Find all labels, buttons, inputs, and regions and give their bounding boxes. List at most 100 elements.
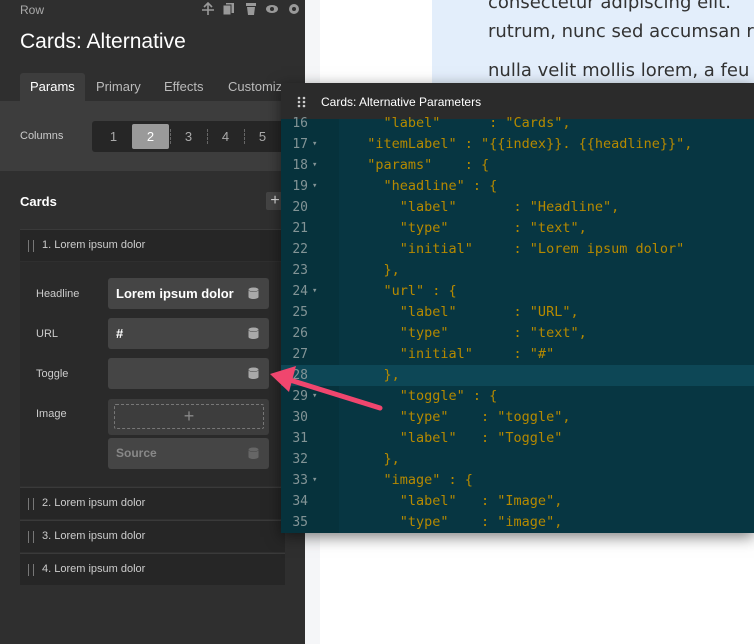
fold-toggle-icon[interactable]: ▾: [312, 386, 317, 407]
fold-toggle-icon[interactable]: ▾: [312, 470, 317, 491]
trash-icon[interactable]: [244, 2, 258, 16]
columns-selector: 1 2 3 4 5: [92, 121, 292, 152]
tab-bar: Params Primary Effects Customiz: [0, 73, 305, 101]
gear-icon[interactable]: [287, 2, 301, 16]
database-icon[interactable]: [248, 287, 259, 300]
column-option-3[interactable]: 3: [170, 124, 207, 149]
code-text: "label" : "Image",: [351, 493, 563, 509]
code-line[interactable]: 28 },: [281, 365, 754, 386]
code-line[interactable]: 29 ▾ "toggle" : {: [281, 386, 754, 407]
code-line[interactable]: 20 "label" : "Headline",: [281, 197, 754, 218]
line-number: 16: [292, 116, 308, 131]
copy-icon[interactable]: [222, 2, 236, 16]
headline-value: Lorem ipsum dolor: [116, 286, 234, 301]
card-item[interactable]: 2. Lorem ipsum dolor: [20, 487, 285, 519]
code-line[interactable]: 23 },: [281, 260, 754, 281]
code-line[interactable]: 24 ▾ "url" : {: [281, 281, 754, 302]
url-label: URL: [36, 328, 59, 340]
cards-heading: Cards: [20, 194, 57, 209]
code-text: "itemLabel" : "{{index}}. {{headline}}",: [351, 136, 693, 152]
headline-label: Headline: [36, 288, 80, 300]
headline-field[interactable]: Lorem ipsum dolor: [108, 278, 269, 309]
fold-toggle-icon[interactable]: ▾: [312, 155, 317, 176]
line-number: 21: [292, 221, 308, 236]
code-line[interactable]: 31 "label" : "Toggle": [281, 428, 754, 449]
line-number: 17: [292, 137, 308, 152]
column-option-2[interactable]: 2: [132, 124, 169, 149]
code-line[interactable]: 34 "label" : "Image",: [281, 491, 754, 512]
column-option-1[interactable]: 1: [95, 124, 132, 149]
code-line[interactable]: 35 "type" : "image",: [281, 512, 754, 533]
code-line[interactable]: 33 ▾ "image" : {: [281, 470, 754, 491]
code-text: },: [351, 367, 400, 383]
code-line[interactable]: 17 ▾ "itemLabel" : "{{index}}. {{headline…: [281, 134, 754, 155]
database-icon[interactable]: [248, 447, 259, 460]
line-number: 29: [292, 389, 308, 404]
code-text: "initial" : "Lorem ipsum dolor": [351, 241, 685, 257]
code-line[interactable]: 22 "initial" : "Lorem ipsum dolor": [281, 239, 754, 260]
toggle-field[interactable]: [108, 358, 269, 389]
code-line[interactable]: 18 ▾ "params" : {: [281, 155, 754, 176]
tab-params[interactable]: Params: [20, 73, 85, 101]
code-line[interactable]: 32 },: [281, 449, 754, 470]
code-text: "label" : "Toggle": [351, 430, 563, 446]
breadcrumb[interactable]: Row: [20, 3, 44, 17]
code-text: "type" : "image",: [351, 514, 563, 530]
toggle-label: Toggle: [36, 368, 69, 380]
code-text: "type" : "toggle",: [351, 409, 571, 425]
database-icon[interactable]: [248, 327, 259, 340]
code-line[interactable]: 25 "label" : "URL",: [281, 302, 754, 323]
code-text: "headline" : {: [351, 178, 498, 194]
code-line[interactable]: 16 "label" : "Cards",: [281, 113, 754, 134]
code-line[interactable]: 21 "type" : "text",: [281, 218, 754, 239]
eye-icon[interactable]: [265, 2, 279, 16]
code-text: "image" : {: [351, 472, 473, 488]
card-item[interactable]: 1. Lorem ipsum dolor: [20, 229, 285, 261]
drag-dots-icon[interactable]: [297, 96, 306, 108]
line-number: 23: [292, 263, 308, 278]
url-field[interactable]: #: [108, 318, 269, 349]
database-icon[interactable]: [248, 367, 259, 380]
drag-handle-icon[interactable]: [28, 564, 34, 576]
drag-handle-icon[interactable]: [28, 498, 34, 510]
move-icon[interactable]: [201, 2, 215, 16]
code-line[interactable]: 30 "type" : "toggle",: [281, 407, 754, 428]
line-number: 18: [292, 158, 308, 173]
code-text: "toggle" : {: [351, 388, 498, 404]
drag-handle-icon[interactable]: [28, 531, 34, 543]
image-add-button[interactable]: +: [114, 404, 264, 429]
source-field[interactable]: Source: [108, 438, 269, 469]
document-text-line: rutrum, nunc sed accumsan r: [488, 21, 754, 42]
drag-handle-icon[interactable]: [28, 240, 34, 252]
code-text: "type" : "text",: [351, 325, 587, 341]
line-number: 27: [292, 347, 308, 362]
code-line[interactable]: 27 "initial" : "#": [281, 344, 754, 365]
card-item-label: 4. Lorem ipsum dolor: [42, 563, 146, 575]
parameters-editor-window: Cards: Alternative Parameters 16 "label"…: [281, 83, 754, 533]
line-number: 22: [292, 242, 308, 257]
column-option-4[interactable]: 4: [207, 124, 244, 149]
card-item[interactable]: 3. Lorem ipsum dolor: [20, 520, 285, 552]
document-text-line: nulla velit mollis lorem, a feu: [488, 60, 750, 81]
fold-toggle-icon[interactable]: ▾: [312, 134, 317, 155]
line-number: 30: [292, 410, 308, 425]
code-line[interactable]: 26 "type" : "text",: [281, 323, 754, 344]
code-area[interactable]: 16 "label" : "Cards", 17 ▾ "itemLabel" : "…: [281, 115, 754, 533]
fold-toggle-icon[interactable]: ▾: [312, 176, 317, 197]
code-text: },: [351, 262, 400, 278]
columns-label: Columns: [20, 130, 64, 142]
code-text: "type" : "text",: [351, 220, 587, 236]
tab-primary[interactable]: Primary: [86, 73, 151, 101]
code-text: },: [351, 451, 400, 467]
line-number: 24: [292, 284, 308, 299]
code-text: "label" : "Cards",: [351, 115, 571, 131]
code-line[interactable]: 19 ▾ "headline" : {: [281, 176, 754, 197]
source-placeholder: Source: [116, 446, 157, 460]
card-item[interactable]: 4. Lorem ipsum dolor: [20, 553, 285, 585]
tab-effects[interactable]: Effects: [154, 73, 214, 101]
column-option-5[interactable]: 5: [244, 124, 281, 149]
code-text: "initial" : "#": [351, 346, 555, 362]
panel-title: Cards: Alternative: [20, 30, 186, 53]
code-text: "label" : "Headline",: [351, 199, 620, 215]
fold-toggle-icon[interactable]: ▾: [312, 281, 317, 302]
